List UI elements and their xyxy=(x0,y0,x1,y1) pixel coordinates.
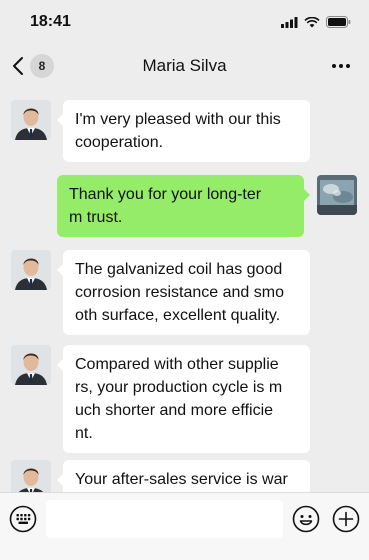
incoming-message-bubble: Compared with other supplie rs, your pro… xyxy=(57,345,310,453)
add-plus-icon[interactable] xyxy=(332,505,360,533)
back-button[interactable]: 8 xyxy=(12,54,54,78)
contact-avatar[interactable] xyxy=(11,345,51,385)
status-bar: 18:41 xyxy=(0,0,369,44)
my-avatar[interactable] xyxy=(317,175,357,215)
incoming-message-bubble: Your after-sales service is war xyxy=(57,460,310,492)
more-options-icon[interactable] xyxy=(331,54,351,78)
cellular-signal-icon xyxy=(281,16,298,28)
contact-avatar-image xyxy=(11,100,51,140)
message-list[interactable]: I'm very pleased with our this cooperati… xyxy=(0,88,369,492)
contact-avatar[interactable] xyxy=(11,250,51,290)
status-time: 18:41 xyxy=(30,13,71,30)
incoming-message-bubble: I'm very pleased with our this cooperati… xyxy=(57,100,310,162)
contact-avatar-image xyxy=(11,250,51,290)
chat-header: 8 Maria Silva xyxy=(0,44,369,88)
unread-count-badge: 8 xyxy=(30,54,54,78)
my-avatar-image xyxy=(317,175,357,215)
battery-icon xyxy=(326,16,351,28)
chevron-left-icon xyxy=(13,57,23,75)
contact-avatar-image xyxy=(11,345,51,385)
contact-avatar[interactable] xyxy=(11,460,51,492)
message-text-input[interactable] xyxy=(46,500,283,538)
outgoing-message-bubble: Thank you for your long-ter m trust. xyxy=(57,175,310,237)
contact-avatar[interactable] xyxy=(11,100,51,140)
emoji-icon[interactable] xyxy=(292,505,320,533)
status-icons xyxy=(281,16,351,28)
wifi-icon xyxy=(304,16,320,27)
contact-avatar-image xyxy=(11,460,51,492)
incoming-message-bubble: The galvanized coil has good corrosion r… xyxy=(57,250,310,335)
keyboard-icon[interactable] xyxy=(9,505,37,533)
contact-name-title: Maria Silva xyxy=(142,56,227,75)
message-input-bar xyxy=(0,492,369,560)
